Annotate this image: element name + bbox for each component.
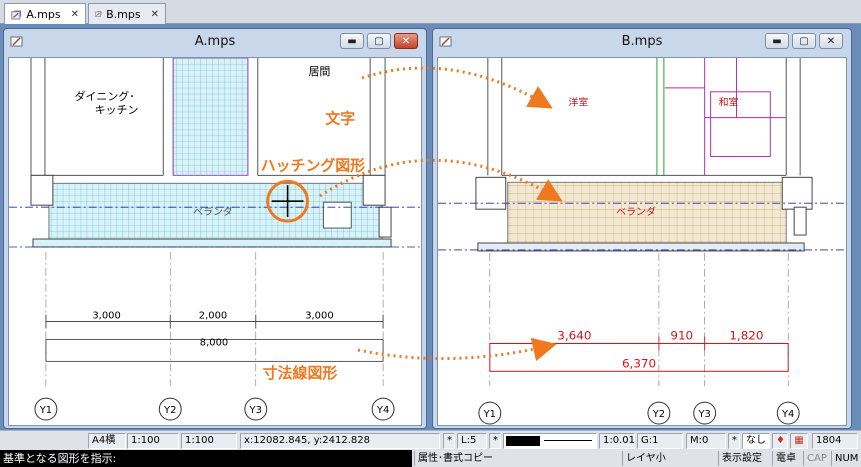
function-key-calculator[interactable]: 電卓 — [772, 451, 802, 466]
close-button[interactable]: ✕ — [394, 33, 418, 49]
document-icon — [11, 10, 22, 19]
document-tab-bar: A.mps ✕ B.mps ✕ — [0, 0, 861, 25]
room-label: 居間 — [308, 65, 330, 78]
calculator-icon[interactable]: ▦ — [790, 433, 808, 449]
color-swatch — [506, 436, 540, 446]
window-a: A.mps ▬ ▢ ✕ 3,000 2,000 3,000 8,000 Y1 Y… — [3, 28, 427, 429]
room-label: ダイニング･ — [75, 89, 135, 103]
line-style-picker[interactable] — [503, 433, 597, 449]
minimize-button[interactable]: ▬ — [340, 33, 364, 49]
window-b: B.mps ▬ ▢ ✕ 3,640 910 1,820 6,370 Y1 Y2 … — [432, 28, 852, 429]
close-icon[interactable]: ✕ — [151, 9, 159, 20]
axis-label: Y4 — [781, 409, 794, 420]
ratio-indicator[interactable]: 1:0.01 — [599, 433, 635, 449]
dimension-total: 6,370 — [622, 356, 656, 370]
room-label: キッチン — [95, 104, 139, 117]
annotation-dimension-label: 寸法線図形 — [263, 364, 338, 382]
tab-b-mps[interactable]: B.mps ✕ — [88, 3, 166, 24]
axis-label: Y1 — [483, 409, 496, 420]
dimension-label: 2,000 — [199, 311, 227, 322]
status-star[interactable]: * — [489, 433, 501, 449]
scale-secondary[interactable]: 1:100 — [181, 433, 237, 449]
axis-label: Y2 — [652, 409, 665, 420]
function-key-display-settings[interactable]: 表示設定 — [718, 451, 770, 466]
annotation-hatch-label: ハッチング図形 — [261, 156, 365, 174]
maximize-button[interactable]: ▢ — [792, 33, 816, 49]
mdi-area: A.mps ▬ ▢ ✕ 3,000 2,000 3,000 8,000 Y1 Y… — [0, 24, 861, 430]
dimension-label: 3,000 — [305, 311, 333, 322]
function-key-attr-copy[interactable]: 属性･書式コピー — [414, 451, 514, 466]
drawing-canvas-b[interactable]: 3,640 910 1,820 6,370 Y1 Y2 Y3 Y4 洋室 和室 … — [437, 57, 847, 426]
room-label: 和室 — [719, 96, 739, 109]
hatch-corridor — [172, 58, 249, 176]
close-button[interactable]: ✕ — [819, 33, 843, 49]
close-icon[interactable]: ✕ — [71, 9, 79, 20]
command-bar: 基準となる図形を指示: 属性･書式コピー レイヤ小 表示設定 電卓 CAP NU… — [0, 450, 861, 467]
wall-line — [30, 58, 46, 176]
coordinate-readout: x:12082.845, y:2412.828 — [240, 433, 440, 449]
axis-label: Y4 — [376, 405, 389, 416]
pin-icon[interactable]: ♦ — [772, 433, 788, 449]
paper-size[interactable]: A4横 — [88, 433, 126, 449]
annotation-text-label: 文字 — [325, 110, 355, 128]
room-label: 洋室 — [568, 96, 588, 109]
caps-lock-indicator: CAP — [803, 451, 830, 466]
axis-label: Y3 — [697, 409, 710, 420]
axis-label: Y2 — [163, 405, 176, 416]
axis-label: Y1 — [39, 405, 52, 416]
layer-indicator[interactable]: L:5 — [457, 433, 487, 449]
status-bar: A4横 1:100 1:100 x:12082.845, y:2412.828 … — [0, 430, 861, 450]
line-style-sample — [544, 440, 592, 441]
app-window: A.mps ✕ B.mps ✕ A.mps ▬ ▢ ✕ 3,000 2,000 … — [0, 0, 861, 467]
axis-label: Y3 — [249, 405, 262, 416]
room-label: ベランダ — [193, 205, 233, 218]
num-lock-indicator: NUM — [831, 451, 861, 466]
command-prompt: 基準となる図形を指示: — [0, 450, 412, 467]
drawing-canvas-a[interactable]: 3,000 2,000 3,000 8,000 Y1 Y2 Y3 Y4 ダイニン… — [8, 57, 422, 426]
tab-label: A.mps — [26, 8, 61, 21]
function-key-layer-small[interactable]: レイヤ小 — [622, 451, 678, 466]
minimize-button[interactable]: ▬ — [765, 33, 789, 49]
room-label: ベランダ — [616, 205, 656, 218]
object-count: 1804 — [812, 433, 858, 449]
status-star[interactable]: * — [443, 433, 455, 449]
dimension-label: 3,640 — [557, 328, 591, 342]
dimension-label: 1,820 — [729, 328, 763, 342]
document-icon — [95, 11, 102, 17]
dimension-total: 8,000 — [200, 337, 228, 348]
mode-indicator[interactable]: M:0 — [686, 433, 726, 449]
grid-indicator[interactable]: G:1 — [637, 433, 683, 449]
dimension-label: 910 — [670, 328, 693, 342]
maximize-button[interactable]: ▢ — [367, 33, 391, 49]
snap-none[interactable]: なし — [742, 433, 770, 449]
tab-a-mps[interactable]: A.mps ✕ — [4, 3, 86, 25]
tab-label: B.mps — [106, 7, 141, 21]
status-star[interactable]: * — [728, 433, 740, 449]
scale-primary[interactable]: 1:100 — [127, 433, 179, 449]
dimension-label: 3,000 — [92, 311, 120, 322]
